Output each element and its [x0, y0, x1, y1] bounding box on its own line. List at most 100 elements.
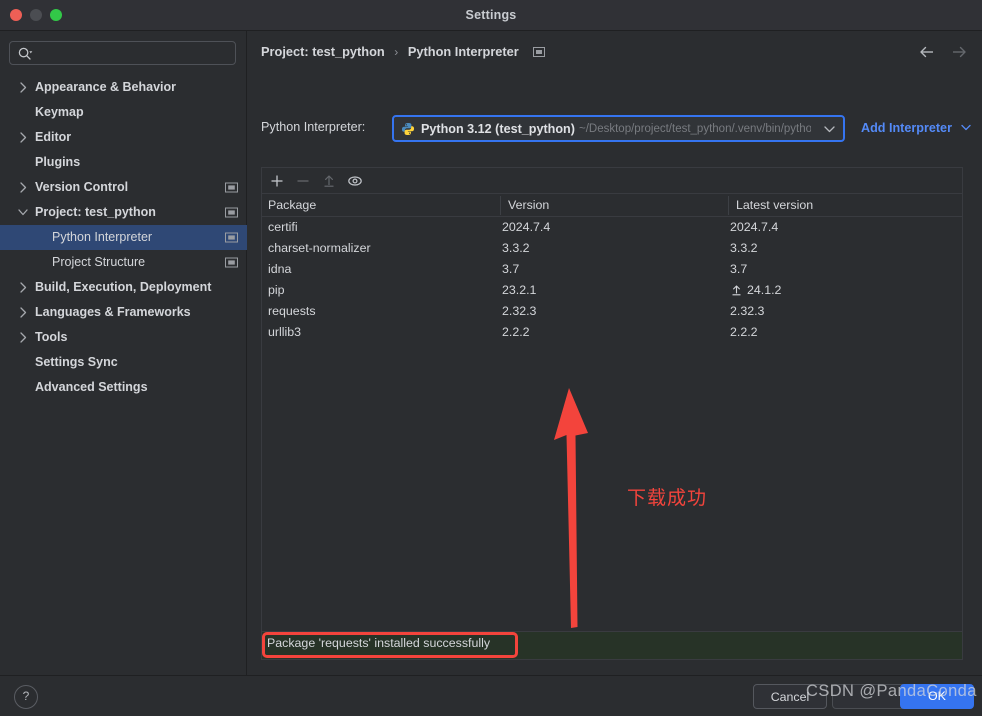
sidebar-item-build-execution-deployment[interactable]: Build, Execution, Deployment — [0, 275, 247, 300]
column-divider[interactable] — [728, 196, 729, 215]
breadcrumb-root[interactable]: Project: test_python — [261, 44, 385, 59]
sidebar-item-label: Version Control — [35, 180, 129, 194]
sidebar-item-project-structure[interactable]: Project Structure — [0, 250, 247, 275]
package-version-cell: 23.2.1 — [502, 283, 537, 297]
sidebar-item-label: Languages & Frameworks — [35, 305, 191, 319]
table-row[interactable]: urllib3 2.2.2 2.2.2 — [262, 322, 962, 343]
sidebar-item-version-control[interactable]: Version Control — [0, 175, 247, 200]
add-interpreter-label: Add Interpreter — [861, 121, 952, 135]
sidebar-item-languages-frameworks[interactable]: Languages & Frameworks — [0, 300, 247, 325]
settings-content: Project: test_python › Python Interprete… — [247, 31, 982, 675]
add-interpreter-button[interactable]: Add Interpreter — [861, 120, 972, 135]
sidebar-item-python-interpreter[interactable]: Python Interpreter — [0, 225, 247, 250]
window-titlebar: Settings — [0, 0, 982, 31]
help-button[interactable]: ? — [14, 685, 38, 709]
search-input[interactable] — [38, 42, 235, 66]
ok-button[interactable]: OK — [900, 684, 974, 709]
package-latest-version-cell: 3.7 — [730, 262, 748, 276]
sidebar-item-label: Project: test_python — [35, 205, 156, 219]
packages-panel: Package Version Latest version certifi 20… — [261, 167, 963, 660]
chevron-right-icon[interactable] — [18, 75, 28, 100]
interpreter-name: Python 3.12 (test_python) — [421, 122, 575, 136]
packages-table-body: certifi 2024.7.4 2024.7.4 charset-normalize… — [262, 217, 962, 343]
chevron-right-icon[interactable] — [18, 325, 28, 350]
breadcrumb-leaf: Python Interpreter — [407, 44, 519, 59]
forward-arrow-icon[interactable] — [949, 42, 969, 62]
package-name-cell: urllib3 — [268, 325, 302, 339]
search-icon — [18, 47, 33, 60]
breadcrumb-separator: › — [394, 45, 399, 59]
table-row[interactable]: requests 2.32.3 2.32.3 — [262, 301, 962, 322]
package-latest-version-cell: 24.1.2 — [747, 283, 782, 297]
cancel-button[interactable]: Cancel — [753, 684, 827, 709]
table-row[interactable]: charset-normalizer 3.3.2 3.3.2 — [262, 238, 962, 259]
project-scope-icon — [225, 257, 238, 268]
package-version-cell: 2.32.3 — [502, 304, 537, 318]
interpreter-row: Python Interpreter: Python 3.12 (test_py… — [261, 115, 972, 145]
settings-sidebar: Appearance & Behavior Keymap Editor Plugins… — [0, 31, 247, 675]
back-arrow-icon[interactable] — [917, 42, 937, 62]
sidebar-item-label: Build, Execution, Deployment — [35, 280, 212, 294]
interpreter-path: ~/Desktop/project/test_python/.venv/bin/… — [579, 123, 811, 135]
chevron-right-icon[interactable] — [18, 275, 28, 300]
upgrade-available-icon[interactable] — [730, 284, 743, 297]
interpreter-dropdown[interactable]: Python 3.12 (test_python) ~/Desktop/proj… — [392, 115, 845, 142]
sidebar-item-label: Project Structure — [52, 255, 146, 269]
sidebar-item-settings-sync[interactable]: Settings Sync — [0, 350, 247, 375]
project-scope-icon — [225, 182, 238, 193]
package-latest-version-cell: 3.3.2 — [730, 241, 758, 255]
package-name-cell: requests — [268, 304, 316, 318]
project-scope-icon — [533, 46, 546, 61]
column-divider[interactable] — [500, 196, 501, 215]
package-latest-version-cell: 2024.7.4 — [730, 220, 779, 234]
sidebar-item-tools[interactable]: Tools — [0, 325, 247, 350]
sidebar-item-label: Keymap — [35, 105, 84, 119]
dialog-footer: ? Cancel OK — [0, 675, 982, 716]
table-row[interactable]: idna 3.7 3.7 — [262, 259, 962, 280]
project-scope-icon — [225, 232, 238, 243]
chevron-right-icon[interactable] — [18, 175, 28, 200]
interpreter-label: Python Interpreter: — [261, 120, 366, 134]
project-scope-icon — [225, 207, 238, 218]
sidebar-item-plugins[interactable]: Plugins — [0, 150, 247, 175]
sidebar-item-label: Tools — [35, 330, 68, 344]
chevron-down-icon[interactable] — [18, 200, 28, 225]
apply-button[interactable] — [832, 684, 906, 709]
sidebar-item-appearance-behavior[interactable]: Appearance & Behavior — [0, 75, 247, 100]
package-name-cell: idna — [268, 262, 292, 276]
column-header-package[interactable]: Package — [268, 198, 316, 212]
sidebar-item-advanced-settings[interactable]: Advanced Settings — [0, 375, 247, 400]
settings-window: Settings Appearance & Behavior Keymap Edit… — [0, 0, 982, 716]
python-icon — [401, 123, 415, 135]
sidebar-item-label: Editor — [35, 130, 72, 144]
sidebar-item-label: Settings Sync — [35, 355, 118, 369]
chevron-down-icon — [824, 126, 835, 133]
upgrade-package-icon — [324, 175, 334, 187]
sidebar-search-box[interactable] — [9, 41, 236, 66]
table-row[interactable]: pip 23.2.1 24.1.2 — [262, 280, 962, 301]
sidebar-item-label: Plugins — [35, 155, 81, 169]
history-nav — [917, 42, 969, 62]
sidebar-item-editor[interactable]: Editor — [0, 125, 247, 150]
column-header-version[interactable]: Version — [508, 198, 549, 212]
show-early-releases-icon[interactable] — [346, 172, 364, 190]
package-version-cell: 2.2.2 — [502, 325, 530, 339]
package-version-cell: 3.7 — [502, 262, 520, 276]
table-row[interactable]: certifi 2024.7.4 2024.7.4 — [262, 217, 962, 238]
sidebar-item-label: Python Interpreter — [52, 230, 153, 244]
package-latest-version-cell: 2.32.3 — [730, 304, 765, 318]
install-status-message: Package 'requests' installed successfull… — [267, 636, 491, 650]
window-title: Settings — [465, 8, 517, 22]
column-header-latest-version[interactable]: Latest version — [736, 198, 813, 212]
chevron-right-icon[interactable] — [18, 125, 28, 150]
sidebar-item-keymap[interactable]: Keymap — [0, 100, 247, 125]
package-name-cell: charset-normalizer — [268, 241, 371, 255]
sidebar-item-project-test-python[interactable]: Project: test_python — [0, 200, 247, 225]
package-version-cell: 2024.7.4 — [502, 220, 551, 234]
chevron-right-icon[interactable] — [18, 300, 28, 325]
add-package-icon[interactable] — [268, 172, 286, 190]
sidebar-item-label: Appearance & Behavior — [35, 80, 177, 94]
remove-package-icon — [297, 180, 309, 182]
package-version-cell: 3.3.2 — [502, 241, 530, 255]
settings-tree: Appearance & Behavior Keymap Editor Plugins… — [0, 75, 247, 400]
